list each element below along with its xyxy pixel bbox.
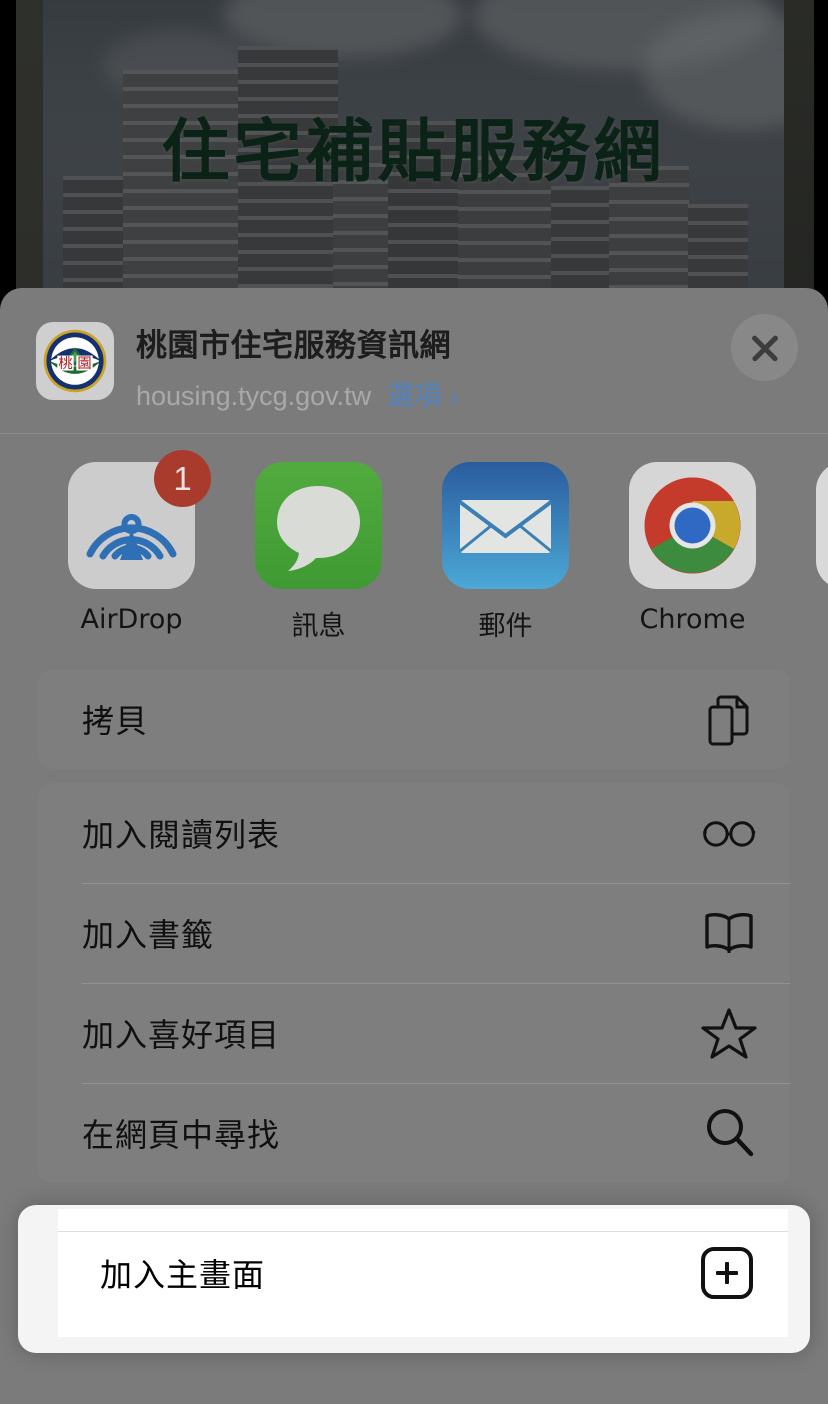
action-row-copy[interactable]: 拷貝 [38, 669, 790, 769]
airdrop-badge: 1 [154, 450, 211, 507]
site-favicon: 桃 園 [36, 322, 114, 400]
mail-icon [442, 462, 569, 589]
svg-text:桃: 桃 [58, 355, 72, 372]
action-row-add-bookmark[interactable]: 加入書籤 [38, 883, 790, 983]
reminders-icon [816, 462, 828, 589]
action-label: 加入喜好項目 [82, 1016, 281, 1054]
svg-text:園: 園 [77, 356, 91, 372]
share-target-airdrop[interactable]: 1 AirDrop [38, 450, 225, 643]
share-target-reminders[interactable]: 提 [786, 462, 828, 643]
airdrop-icon-wrap: 1 [68, 450, 211, 589]
site-title: 桃園市住宅服務資訊網 [136, 328, 451, 364]
share-target-label: 郵件 [478, 611, 533, 642]
share-target-label: AirDrop [80, 604, 183, 635]
share-sheet-header: 桃 園 桃園市住宅服務資訊網 housing.tycg.gov.tw 選項 › [0, 288, 828, 433]
action-group-copy: 拷貝 [38, 669, 790, 769]
messages-icon [255, 462, 382, 589]
screen: 住宅補貼服務網 桃 園 [0, 0, 828, 1404]
action-list: 拷貝 加入閱讀列表 加入書籤 加入喜好項目 在網頁中尋找 [0, 661, 828, 1183]
share-target-label: Chrome [639, 604, 746, 635]
messages-icon-wrap [255, 462, 382, 589]
action-label: 在網頁中尋找 [82, 1116, 281, 1154]
share-target-chrome[interactable]: Chrome [599, 462, 786, 643]
plus-square-icon [698, 1244, 756, 1302]
taoyuan-city-emblem-icon: 桃 園 [43, 329, 107, 393]
chrome-icon [629, 462, 756, 589]
action-row-find-on-page[interactable]: 在網頁中尋找 [38, 1083, 790, 1183]
action-label: 拷貝 [82, 702, 149, 740]
action-label: 加入書籤 [82, 916, 215, 954]
site-info: 桃園市住宅服務資訊網 housing.tycg.gov.tw 選項 › [136, 318, 458, 413]
copy-icon [700, 690, 758, 748]
close-icon [748, 331, 782, 365]
action-label: 加入閱讀列表 [82, 816, 281, 854]
chrome-icon-wrap [629, 462, 756, 589]
glasses-icon [700, 804, 758, 862]
action-row-add-to-reading-list[interactable]: 加入閱讀列表 [38, 783, 790, 883]
reminders-icon-wrap [816, 462, 828, 589]
action-group-main: 加入閱讀列表 加入書籤 加入喜好項目 在網頁中尋找 [38, 783, 790, 1183]
share-target-messages[interactable]: 訊息 [225, 462, 412, 643]
chevron-right-icon[interactable]: › [450, 383, 458, 412]
star-icon [700, 1004, 758, 1062]
mail-icon-wrap [442, 462, 569, 589]
highlight-callout: 加入主畫面 [18, 1205, 810, 1353]
action-row-add-to-home-screen[interactable]: 加入主畫面 [58, 1209, 788, 1337]
site-subtitle-row: housing.tycg.gov.tw 選項 › [136, 374, 458, 413]
action-row-add-to-favorites[interactable]: 加入喜好項目 [38, 983, 790, 1083]
book-icon [700, 904, 758, 962]
options-link[interactable]: 選項 [387, 374, 441, 413]
close-button[interactable] [731, 314, 798, 381]
share-target-mail[interactable]: 郵件 [412, 462, 599, 643]
share-targets-row[interactable]: 1 AirDrop 訊息 郵件 Chrome [0, 434, 828, 661]
magnifier-icon [700, 1104, 758, 1162]
action-label: 加入主畫面 [100, 1256, 266, 1294]
share-target-label: 訊息 [291, 611, 346, 642]
site-url: housing.tycg.gov.tw [136, 381, 372, 411]
